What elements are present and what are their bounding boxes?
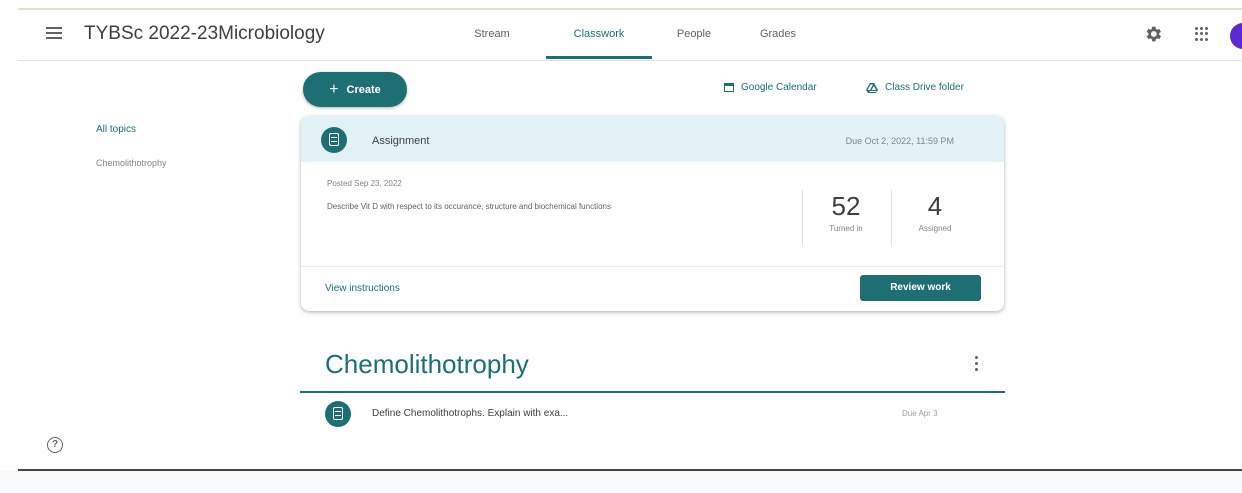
view-instructions-link[interactable]: View instructions xyxy=(325,283,400,294)
class-drive-folder-link[interactable]: Class Drive folder xyxy=(866,82,964,93)
plus-icon: + xyxy=(329,81,339,98)
google-calendar-link[interactable]: Google Calendar xyxy=(724,82,817,93)
menu-icon[interactable] xyxy=(46,27,62,39)
assignment-card[interactable]: Assignment Due Oct 2, 2022, 11:59 PM Pos… xyxy=(301,116,1004,311)
class-drive-label: Class Drive folder xyxy=(885,82,964,93)
assignment-due-date: Due Oct 2, 2022, 11:59 PM xyxy=(845,136,954,146)
drive-folder-icon xyxy=(866,82,878,93)
create-label: Create xyxy=(346,84,381,96)
assignment-icon xyxy=(325,401,351,427)
app-header: TYBSc 2022-23Microbiology Stream Classwo… xyxy=(18,10,1242,61)
more-vert-icon[interactable] xyxy=(975,356,979,372)
create-button[interactable]: + Create xyxy=(303,72,407,107)
topic-title: Chemolithotrophy xyxy=(325,349,529,379)
class-title[interactable]: TYBSc 2022-23Microbiology xyxy=(84,23,325,45)
help-icon[interactable]: ? xyxy=(47,437,63,453)
sidebar-item-chemolithotrophy[interactable]: Chemolithotrophy xyxy=(96,158,167,168)
topic-divider xyxy=(300,391,1005,393)
sidebar-item-all-topics[interactable]: All topics xyxy=(96,124,136,135)
avatar[interactable] xyxy=(1230,23,1242,49)
tab-stream[interactable]: Stream xyxy=(456,10,528,59)
tab-grades[interactable]: Grades xyxy=(746,10,810,59)
bottom-area xyxy=(0,471,1242,493)
topic-item-due: Due Apr 3 xyxy=(902,409,938,418)
card-divider xyxy=(301,266,1004,267)
gear-icon[interactable] xyxy=(1143,24,1163,44)
assignment-icon xyxy=(321,127,347,153)
turned-in-count: 52 xyxy=(831,191,861,221)
assignment-description: Describe Vit D with respect to its occur… xyxy=(327,202,611,211)
apps-icon[interactable] xyxy=(1195,27,1209,41)
assigned-label: Assigned xyxy=(918,224,952,233)
turned-in-stat[interactable]: 52 Turned in xyxy=(803,190,889,242)
tab-people[interactable]: People xyxy=(662,10,726,59)
review-work-button[interactable]: Review work xyxy=(860,275,981,301)
tab-classwork[interactable]: Classwork xyxy=(546,10,652,59)
assigned-stat[interactable]: 4 Assigned xyxy=(892,190,978,242)
google-calendar-label: Google Calendar xyxy=(741,82,817,93)
assigned-count: 4 xyxy=(927,191,943,221)
assignment-type-label: Assignment xyxy=(372,135,430,147)
topic-item-title[interactable]: Define Chemolithotrophs. Explain with ex… xyxy=(372,408,568,419)
calendar-icon xyxy=(724,83,734,92)
turned-in-label: Turned in xyxy=(829,224,863,233)
assignment-posted-date: Posted Sep 23, 2022 xyxy=(327,179,402,188)
assignment-card-header[interactable]: Assignment Due Oct 2, 2022, 11:59 PM xyxy=(301,116,1004,162)
